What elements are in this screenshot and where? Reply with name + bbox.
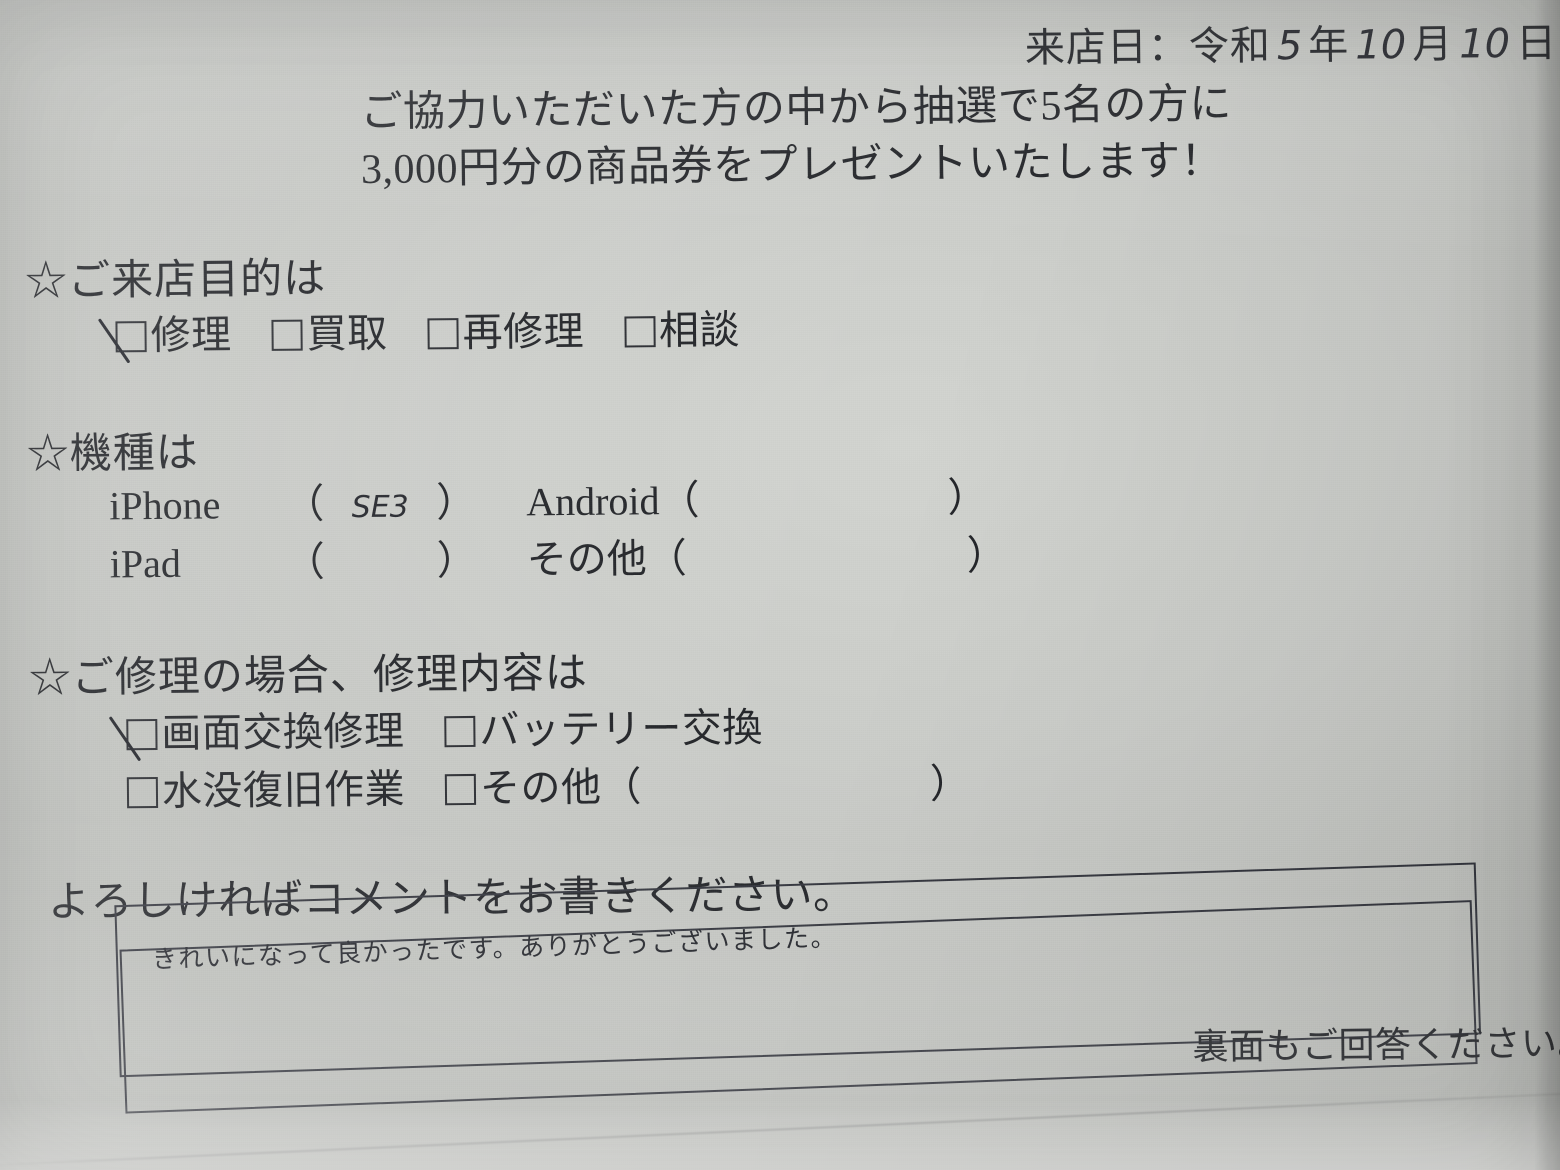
paren-close: ） xyxy=(929,761,971,807)
visit-date-month-value[interactable]: 10 xyxy=(1349,22,1412,69)
section-repair-options-row2: 水没復旧作業 その他（ ） xyxy=(126,751,971,818)
visit-date-year-value[interactable]: 5 xyxy=(1271,23,1309,69)
device-value-other[interactable] xyxy=(687,569,967,572)
device-label-iphone: iPhone xyxy=(108,482,221,529)
repair-other-value[interactable] xyxy=(642,798,930,801)
star-icon: ☆ xyxy=(26,431,70,479)
visit-date-line: 来店日：令和 5 年 10 月 10 日 xyxy=(1025,11,1558,74)
star-icon: ☆ xyxy=(24,258,69,306)
paren-close: ） xyxy=(435,479,477,526)
checkbox-option-kaitori[interactable]: 買取 xyxy=(271,301,388,360)
checkbox-label: 再修理 xyxy=(462,308,585,356)
survey-form-photo: 来店日：令和 5 年 10 月 10 日 ご協力いただいた方の中から抽選で5名の方に 3,0… xyxy=(0,0,1560,1170)
checkbox-option-repair-other[interactable]: その他（ ） xyxy=(444,751,971,814)
checkbox-icon[interactable] xyxy=(427,318,459,350)
checkbox-option-battery-replacement[interactable]: バッテリー交換 xyxy=(444,695,763,756)
section-repair-options-row1: 画面交換修理 バッテリー交換 xyxy=(126,695,763,759)
device-row-iphone-android: iPhone （SE3） Android（） xyxy=(109,465,988,531)
checkbox-label: 水没復旧作業 xyxy=(161,766,406,814)
paren-open: （ xyxy=(283,481,325,527)
checkbox-label: 修理 xyxy=(150,312,232,359)
checkbox-label: 買取 xyxy=(306,310,388,357)
checkbox-icon[interactable] xyxy=(444,773,477,806)
section-device-heading-text: 機種は xyxy=(69,430,199,478)
visit-date-day-value[interactable]: 10 xyxy=(1453,21,1516,68)
device-field-other[interactable]: （） xyxy=(646,523,1007,584)
checkbox-option-saishuuri[interactable]: 再修理 xyxy=(427,299,584,358)
checkbox-label: バッテリー交換 xyxy=(479,705,764,753)
checkbox-icon[interactable] xyxy=(623,316,656,348)
device-value-iphone[interactable]: SE3 xyxy=(324,489,436,526)
checkbox-icon-checked[interactable] xyxy=(115,321,147,353)
paren-open: （ xyxy=(659,477,700,524)
device-value-android[interactable] xyxy=(700,511,948,513)
checkbox-option-shuuri[interactable]: 修理 xyxy=(115,302,232,361)
paren-close: ） xyxy=(436,537,477,584)
device-field-ipad[interactable]: （） xyxy=(284,528,477,588)
checkbox-label: 画面交換修理 xyxy=(161,708,405,756)
section-purpose-heading: ☆ご来店目的は xyxy=(25,244,327,308)
device-field-iphone[interactable]: （SE3） xyxy=(284,470,477,530)
checkbox-icon[interactable] xyxy=(271,319,303,351)
paren-close: ） xyxy=(947,475,988,521)
section-repair-heading-text: ご修理の場合、修理内容は xyxy=(71,650,589,702)
checkbox-label: その他（ xyxy=(479,764,643,811)
paren-open: （ xyxy=(646,535,687,582)
device-field-android[interactable]: （） xyxy=(659,465,988,526)
checkbox-option-water-damage[interactable]: 水没復旧作業 xyxy=(126,757,406,818)
visit-date-month-unit: 月 xyxy=(1411,21,1454,67)
visit-date-label: 来店日：令和 xyxy=(1024,23,1272,71)
section-repair-heading: ☆ご修理の場合、修理内容は xyxy=(29,639,589,705)
paren-open: （ xyxy=(284,539,325,585)
checkbox-icon[interactable] xyxy=(126,776,159,809)
checkbox-label: 相談 xyxy=(658,307,741,354)
device-label-ipad: iPad xyxy=(109,540,182,587)
visit-date-day-unit: 日 xyxy=(1515,20,1558,66)
paren-close: ） xyxy=(966,532,1007,579)
back-side-note: 裏面もご回答ください。 xyxy=(1192,1023,1560,1068)
device-label-android: Android xyxy=(525,478,660,525)
checkbox-option-soudan[interactable]: 相談 xyxy=(623,297,741,356)
device-row-ipad-other: iPad （）その他（） xyxy=(109,523,1007,590)
header-line-2: 3,000円分の商品券をプレゼントいたします！ xyxy=(360,138,1224,194)
device-label-other: その他 xyxy=(526,536,647,583)
paper-sheet: 来店日：令和 5 年 10 月 10 日 ご協力いただいた方の中から抽選で5名の方に 3,0… xyxy=(0,0,1560,1170)
visit-date-year-unit: 年 xyxy=(1308,22,1350,68)
section-purpose-options: 修理 買取 再修理 相談 xyxy=(115,297,740,361)
checkbox-icon-checked[interactable] xyxy=(126,718,158,751)
checkbox-icon[interactable] xyxy=(444,715,476,748)
device-value-ipad[interactable] xyxy=(325,574,437,575)
checkbox-option-screen-replacement[interactable]: 画面交換修理 xyxy=(126,699,405,760)
star-icon: ☆ xyxy=(28,655,73,703)
section-purpose-heading-text: ご来店目的は xyxy=(67,256,327,305)
